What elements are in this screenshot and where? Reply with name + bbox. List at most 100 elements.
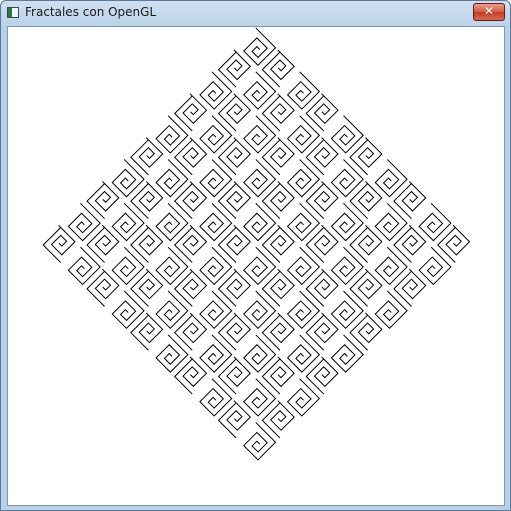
meander-connector — [58, 224, 62, 228]
meander-connector — [211, 246, 215, 250]
meander-cell — [330, 249, 364, 286]
meander-connector — [277, 137, 281, 141]
meander-connector — [343, 246, 347, 250]
meander-connector — [321, 93, 325, 97]
meander-connector — [123, 202, 127, 206]
meander-connector — [167, 246, 171, 250]
meander-connector — [321, 312, 325, 316]
meander-cell — [173, 270, 208, 307]
meander-connector — [386, 290, 390, 294]
meander-connector — [255, 115, 259, 119]
meander-cell — [155, 161, 189, 198]
meander-cell — [173, 182, 208, 220]
meander-connector — [255, 378, 259, 382]
meander-cell — [374, 249, 408, 286]
title-bar[interactable]: Fractales con OpenGL ✕ — [1, 1, 510, 25]
meander-cell — [286, 117, 321, 154]
meander-cell — [261, 226, 295, 263]
meander-connector — [102, 268, 105, 272]
meander-connector — [211, 290, 215, 294]
meander-connector — [430, 202, 434, 206]
meander-cell — [217, 314, 252, 351]
meander-cell — [286, 380, 321, 417]
meander-connector — [255, 71, 259, 75]
meander-cell — [243, 380, 277, 417]
meander-connector — [408, 224, 412, 228]
meander-connector — [299, 334, 303, 338]
meander-connector — [189, 137, 193, 141]
meander-connector — [277, 312, 281, 316]
meander-connector — [233, 93, 237, 97]
meander-cell — [261, 139, 295, 176]
meander-cell — [349, 314, 383, 351]
meander-connector — [430, 246, 434, 250]
meander-cell — [199, 292, 233, 330]
meander-connector — [386, 159, 390, 163]
meander-connector — [343, 115, 347, 119]
meander-cell — [199, 205, 233, 242]
meander-connector — [189, 181, 193, 184]
meander-connector — [321, 137, 325, 141]
meander-connector — [299, 202, 303, 206]
meander-connector — [299, 71, 303, 75]
meander-connector — [343, 159, 347, 163]
meander-cell — [111, 205, 145, 242]
meander-cell — [286, 292, 321, 330]
meander-cell — [437, 226, 471, 263]
meander-connector — [233, 268, 237, 272]
meander-cell — [330, 117, 364, 154]
meander-cell — [418, 249, 452, 286]
meander-connector — [321, 224, 325, 228]
meander-cell — [243, 161, 277, 198]
opengl-canvas[interactable] — [7, 26, 505, 506]
meander-cell — [217, 226, 252, 263]
meander-connector — [102, 224, 105, 228]
meander-connector — [277, 181, 281, 184]
meander-connector — [255, 290, 259, 294]
meander-cell — [217, 95, 252, 132]
meander-connector — [167, 159, 171, 163]
meander-cell — [305, 358, 339, 395]
meander-connector — [211, 202, 215, 206]
meander-cell — [155, 249, 189, 286]
meander-cell — [305, 139, 339, 176]
meander-cell — [330, 161, 364, 198]
window-title: Fractales con OpenGL — [25, 5, 157, 19]
meander-connector — [365, 312, 368, 316]
meander-connector — [233, 224, 237, 228]
meander-connector — [386, 202, 390, 206]
meander-connector — [233, 356, 237, 360]
meander-cell — [261, 270, 295, 307]
meander-cell — [42, 226, 76, 263]
meander-cell — [217, 139, 252, 176]
meander-connector — [189, 312, 193, 316]
meander-cell — [243, 205, 277, 242]
meander-cell — [111, 292, 145, 330]
meander-cell — [349, 270, 383, 307]
meander-connector — [365, 224, 368, 228]
meander-cell — [199, 336, 233, 373]
meander-connector — [167, 115, 171, 119]
meander-cell — [199, 380, 233, 417]
meander-connector — [386, 246, 390, 250]
meander-cell — [349, 226, 383, 263]
meander-connector — [189, 224, 193, 228]
meander-connector — [255, 334, 259, 338]
meander-cell — [305, 226, 339, 263]
window-app-icon[interactable] — [7, 7, 19, 18]
meander-connector — [255, 202, 259, 206]
meander-cell — [243, 292, 277, 330]
meander-cell — [130, 139, 164, 176]
meander-connector — [211, 115, 215, 119]
meander-connector — [233, 312, 237, 316]
fractal-meander-group — [42, 27, 471, 461]
meander-cell — [86, 270, 120, 307]
close-button[interactable]: ✕ — [473, 3, 505, 21]
meander-cell — [199, 73, 233, 110]
meander-cell — [349, 139, 383, 176]
meander-connector — [145, 312, 149, 316]
meander-cell — [243, 29, 277, 66]
meander-cell — [261, 51, 295, 88]
meander-connector — [102, 181, 105, 184]
meander-connector — [233, 137, 237, 141]
